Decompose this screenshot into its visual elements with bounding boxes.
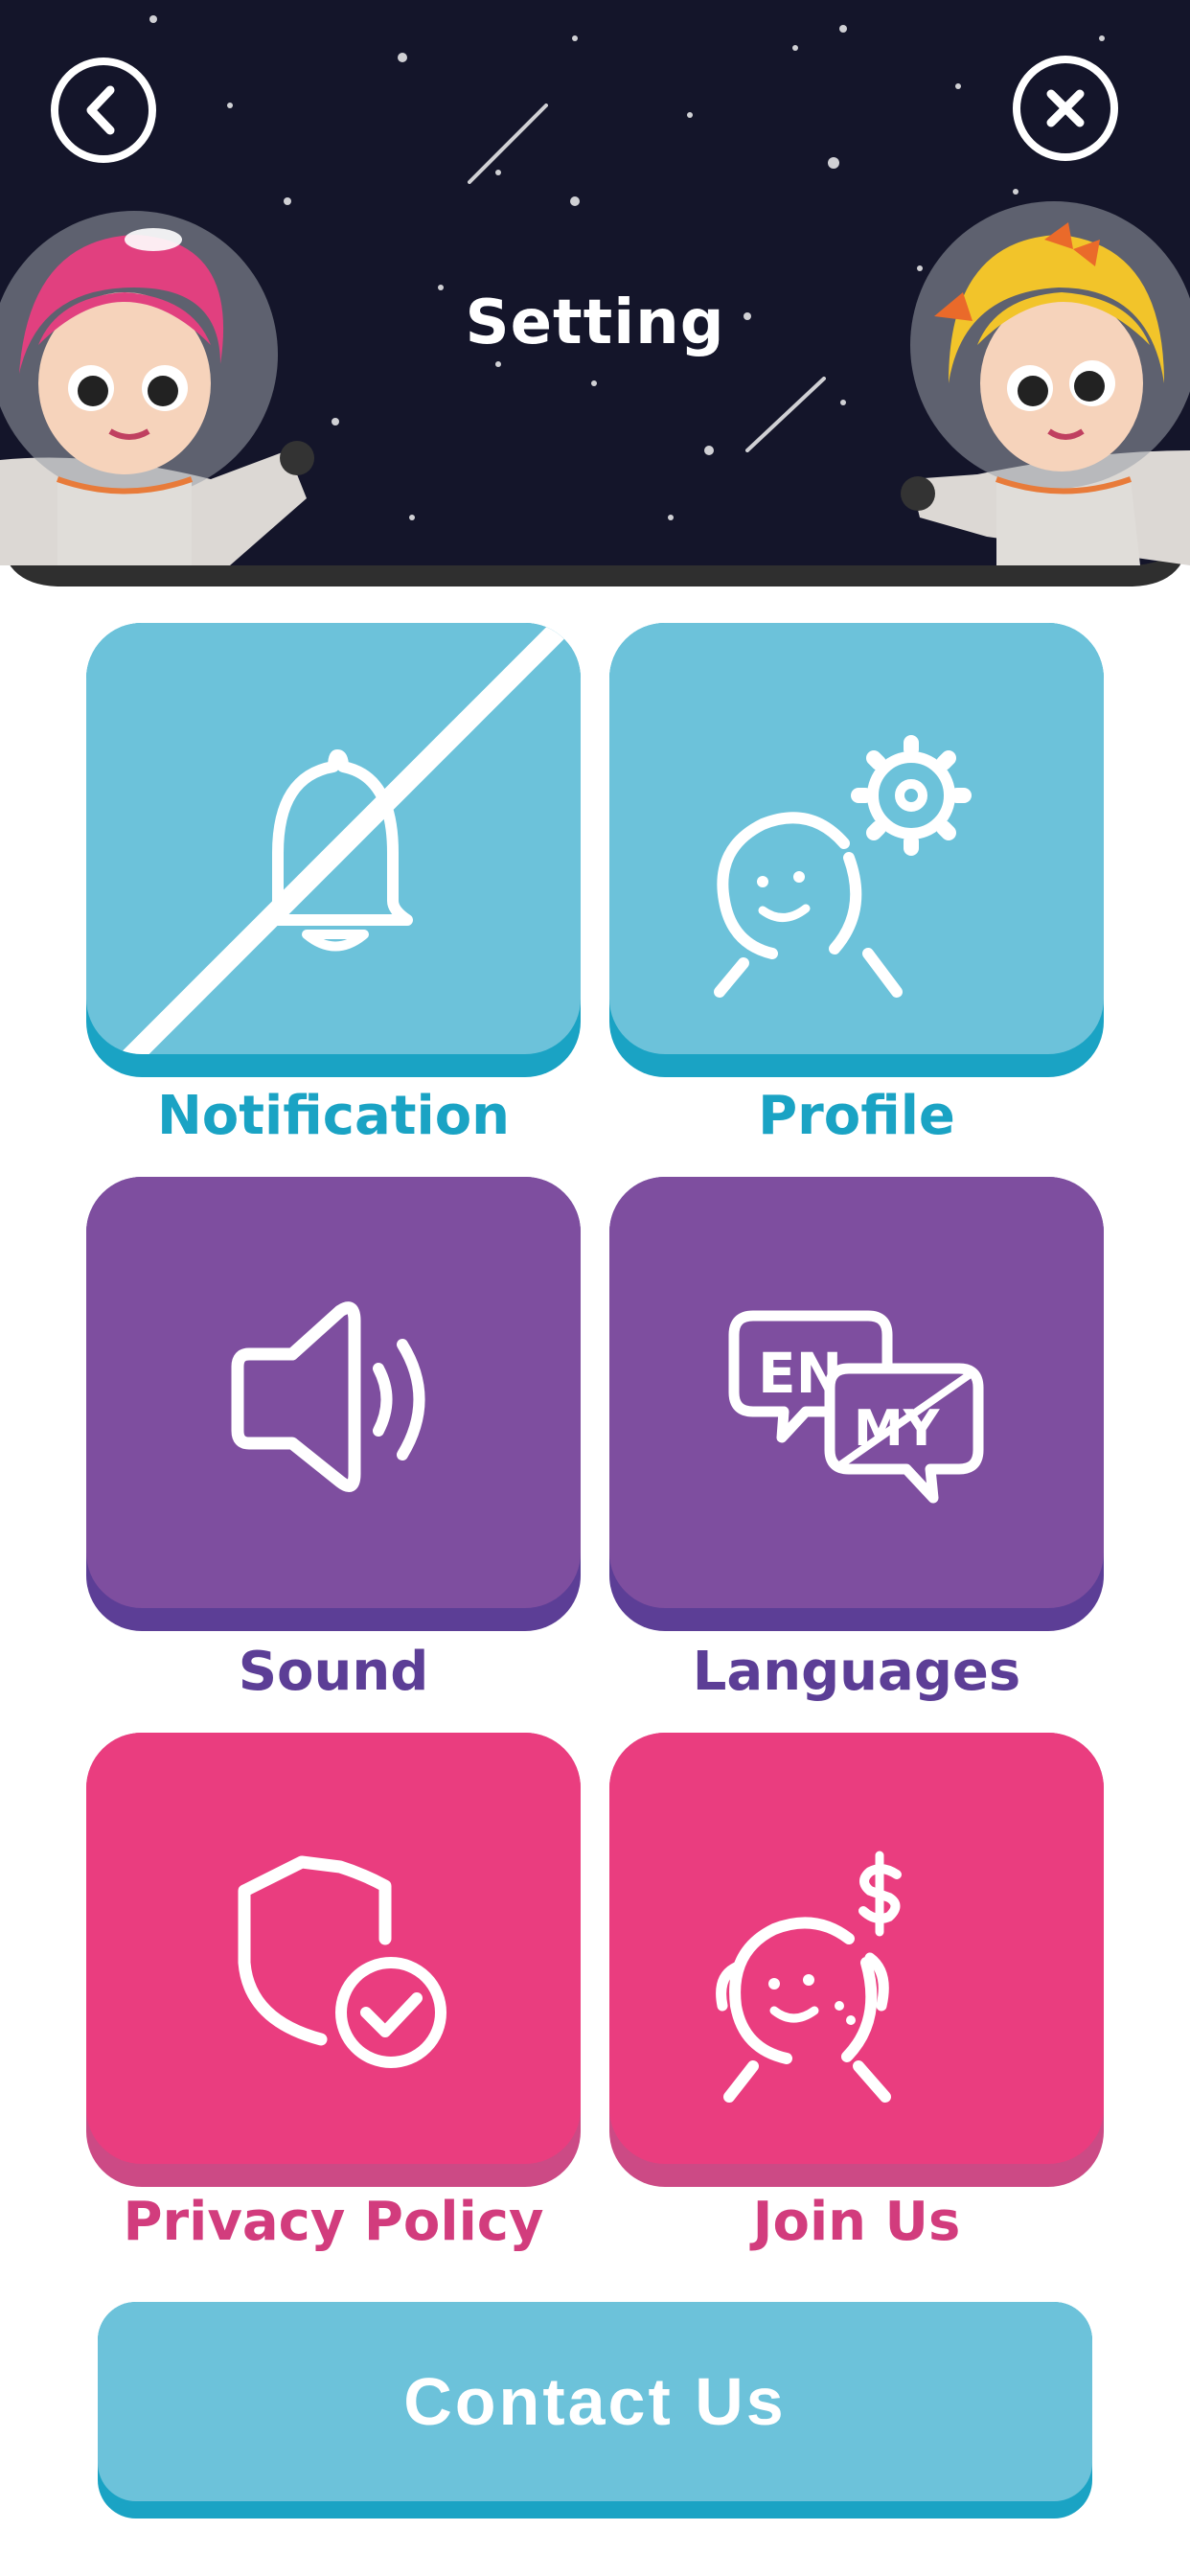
profile-tile[interactable]	[609, 623, 1104, 1077]
speaker-icon	[231, 1301, 425, 1492]
profile-gear-icon	[714, 735, 972, 998]
back-button[interactable]	[51, 58, 156, 163]
notification-label: Notification	[156, 1085, 511, 1147]
header-banner: Setting	[0, 0, 1190, 594]
sound-tile[interactable]	[86, 1177, 581, 1631]
languages-label: Languages	[692, 1641, 1021, 1703]
page-title: Setting	[465, 288, 725, 358]
join-us-tile[interactable]	[609, 1733, 1104, 2187]
sound-label: Sound	[238, 1641, 429, 1703]
close-button[interactable]	[1013, 56, 1118, 161]
join-us-label: Join Us	[752, 2191, 961, 2253]
close-icon	[1046, 89, 1085, 127]
chevron-left-icon	[86, 85, 115, 135]
astronaut-girl-yellow	[901, 201, 1190, 565]
contact-us-button[interactable]: Contact Us	[98, 2302, 1092, 2518]
notification-tile[interactable]	[86, 623, 581, 1077]
money-face-icon	[716, 1851, 902, 2103]
shield-check-icon	[238, 1855, 446, 2068]
bell-off-icon	[119, 623, 573, 1054]
contact-us-label: Contact Us	[403, 2364, 787, 2439]
privacy-policy-label: Privacy Policy	[123, 2191, 544, 2253]
privacy-policy-tile[interactable]	[86, 1733, 581, 2187]
profile-label: Profile	[758, 1085, 955, 1147]
language-bubbles-icon: EN MY	[728, 1310, 984, 1504]
languages-tile[interactable]: EN MY	[609, 1177, 1104, 1631]
